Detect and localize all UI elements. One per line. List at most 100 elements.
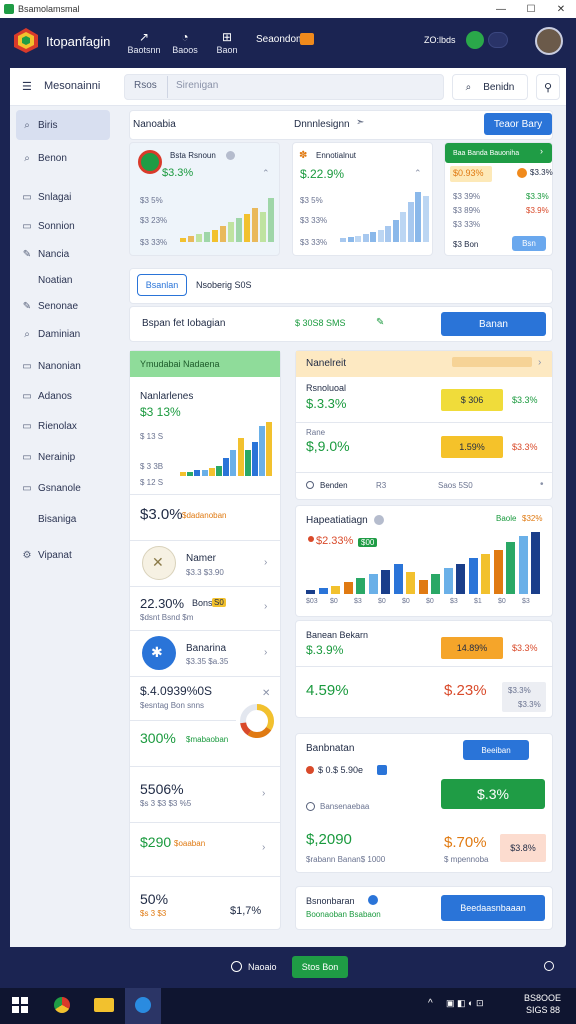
sidebar-item-15[interactable]: ⚙ Vipanat [16, 540, 110, 570]
system-tray-icons[interactable]: ▣ ◧ ◐ ⊡ [446, 998, 484, 1009]
window-title: Bsamolamsmal [18, 4, 80, 14]
divider [130, 822, 280, 823]
right-actions-big[interactable]: $.3% [441, 779, 545, 809]
bar [518, 536, 528, 594]
sidebar-item-14[interactable]: Bisaniga [16, 504, 110, 534]
left-stat-7-sub: $s 3 $3 [140, 909, 167, 918]
notification-icon[interactable] [300, 33, 314, 45]
kpi-3-row-4-left: $3 33% [453, 220, 481, 229]
search-button[interactable]: ⌕ Benidn [452, 74, 528, 100]
left-stat-2-sub: $dsnt Bsnd $m [140, 613, 194, 622]
search-placeholder: Sirenigan [176, 80, 219, 91]
chevron-up-icon[interactable]: ⌃ [414, 168, 422, 179]
kpi-3-row-1-left: $0.93% [453, 168, 484, 178]
sidebar-item-12[interactable]: ▭ Nerainip [16, 442, 110, 472]
right-summary-right: $3.3% [512, 643, 538, 653]
sidebar-item-11[interactable]: ▭ Rienolax [16, 411, 110, 441]
right-actions-title: Banbnatan [306, 743, 355, 754]
minimize-button[interactable]: — [486, 0, 516, 18]
maximize-button[interactable]: ☐ [516, 0, 546, 18]
chevron-up-icon[interactable]: ^ [428, 998, 433, 1009]
folder-icon[interactable] [94, 998, 114, 1012]
send-icon[interactable]: ➣ [356, 117, 364, 128]
bell-icon: ⚲ [543, 81, 553, 94]
sidebar-item-1[interactable]: ⌕ Biris [16, 110, 110, 140]
chevron-right-icon[interactable]: › [540, 146, 543, 156]
check-icon[interactable] [377, 765, 387, 775]
taskbar-date: SIGS 88 [526, 1005, 561, 1015]
toggle-switch[interactable] [488, 32, 508, 48]
kpi-1-sparkbars [180, 190, 274, 242]
sidebar-item-7[interactable]: ✎ Senonae [16, 291, 110, 321]
right-totals-sub-2: $ mpennoba [444, 855, 489, 864]
more-icon[interactable]: • [540, 479, 544, 490]
sidebar-item-4[interactable]: ▭ Sonnion [16, 211, 110, 241]
bar [381, 570, 390, 594]
close-button[interactable]: ✕ [546, 0, 576, 18]
divider [130, 766, 280, 767]
chevron-up-icon[interactable]: ⌃ [262, 168, 270, 179]
sidebar-item-9[interactable]: ▭ Nanonian [16, 351, 110, 381]
chevron-right-icon[interactable]: › [262, 788, 265, 799]
filter-apply-button[interactable]: Banan [441, 312, 546, 336]
info-icon[interactable] [368, 895, 378, 905]
kpi-3-row-2-left: $3 39% [453, 192, 481, 201]
bar [340, 238, 346, 242]
chevron-right-icon[interactable]: › [264, 647, 267, 658]
kpi-2-sparkbars [340, 188, 429, 242]
status-dot-icon [306, 766, 314, 774]
sidebar-item-8[interactable]: ⌕ Daminian [16, 319, 110, 349]
taskbar [0, 988, 576, 1024]
nav-item-3[interactable]: ⊞ Baon [187, 30, 267, 55]
right-actions-button[interactable]: Beeiban [463, 740, 529, 760]
tab-other[interactable]: Nsoberig S0S [196, 280, 252, 290]
radio-button[interactable] [306, 802, 315, 811]
kpi-3-button[interactable]: Bsn [512, 236, 546, 251]
sidebar-item-13[interactable]: ▭ Gsnanole [16, 473, 110, 503]
left-stat-5-sub: $s 3 $3 $3 %5 [140, 799, 192, 808]
status-button[interactable]: Stos Bon [292, 956, 348, 978]
avatar[interactable] [535, 27, 563, 55]
right-actions-option: Bansenaebaa [320, 802, 370, 811]
sidebar-item-3[interactable]: ▭ Snlagai [16, 182, 110, 212]
chevron-right-icon[interactable]: › [538, 357, 541, 368]
left-stat-1-sub: $dadanoban [182, 511, 227, 520]
left-stat-4-sub: $mabaoban [186, 735, 229, 744]
doc-icon: ▭ [22, 390, 32, 402]
bar [355, 236, 361, 242]
kpi-1-icon [138, 150, 162, 174]
search-input[interactable] [124, 74, 444, 100]
help-icon[interactable] [231, 961, 242, 972]
close-icon[interactable]: ✕ [262, 688, 270, 699]
status-online-icon[interactable] [466, 31, 484, 49]
right-footer-button[interactable]: Beedaasnbaaan [441, 895, 545, 921]
kpi-1-title: Bsta Rsnoun [170, 151, 216, 160]
chevron-right-icon[interactable]: › [262, 842, 265, 853]
info-icon[interactable] [374, 515, 384, 525]
bar [194, 470, 201, 476]
tab-active[interactable]: Bsanlan [137, 274, 187, 296]
sidebar-item-2[interactable]: ⌕ Benon [16, 143, 110, 173]
app-taskbar-icon[interactable] [135, 997, 151, 1013]
browser-icon[interactable] [54, 997, 70, 1013]
header-action-button[interactable]: Teaor Bary [484, 113, 552, 135]
asterisk-icon: ✱ [151, 644, 163, 660]
sidebar-item-10[interactable]: ▭ Adanos [16, 381, 110, 411]
app-logo-icon [14, 28, 38, 53]
chevron-right-icon[interactable]: › [264, 557, 267, 568]
radio-button[interactable] [306, 481, 314, 489]
info-icon[interactable] [226, 151, 235, 160]
nav-highlight-label[interactable]: Seaondom [256, 34, 304, 45]
kpi-1-axis-3: $3 33% [140, 238, 168, 247]
search-filter-label[interactable]: Rsos [134, 80, 157, 91]
doc-icon: ▭ [22, 220, 32, 232]
windows-start-icon[interactable] [12, 997, 28, 1013]
divider [130, 540, 280, 541]
notifications-button[interactable]: ⚲ [536, 74, 560, 100]
right-footer-sub: Boonaoban Bsabaon [306, 910, 381, 919]
chevron-right-icon[interactable]: › [264, 601, 267, 612]
left-item-2-sub: $3.35 $a.35 [186, 657, 229, 666]
refresh-icon[interactable] [544, 961, 554, 971]
pen-icon[interactable]: ✎ [376, 317, 384, 328]
menu-icon[interactable]: ☰ [22, 80, 32, 93]
